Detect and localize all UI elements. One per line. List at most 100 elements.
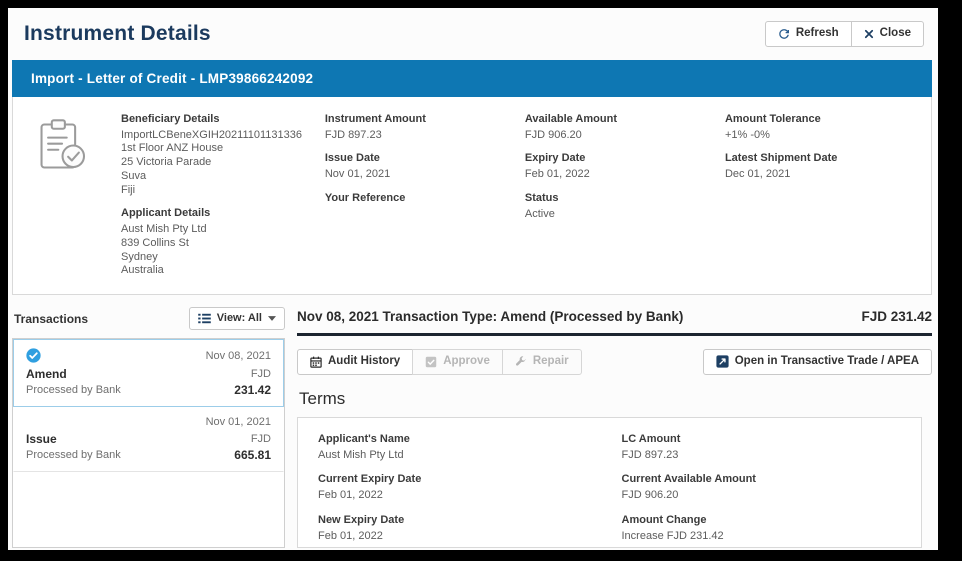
page-header: Instrument Details Refresh Close xyxy=(8,8,938,56)
current-available-amount-value: FJD 906.20 xyxy=(622,489,902,503)
wrench-icon xyxy=(515,356,527,368)
transaction-detail-amount: FJD 231.42 xyxy=(861,309,932,324)
header-actions: Refresh Close xyxy=(765,21,924,47)
refresh-icon xyxy=(778,28,790,40)
expiry-date-field: Expiry Date Feb 01, 2022 xyxy=(525,152,715,182)
beneficiary-line: Suva xyxy=(121,170,315,184)
repair-button[interactable]: Repair xyxy=(502,349,582,375)
amount-change-field: Amount Change Increase FJD 231.42 xyxy=(622,514,902,544)
transaction-date: Nov 08, 2021 xyxy=(206,350,271,362)
your-reference-label: Your Reference xyxy=(325,192,515,206)
instrument-banner: Import - Letter of Credit - LMP398662420… xyxy=(12,60,932,97)
applicants-name-field: Applicant's Name Aust Mish Pty Ltd xyxy=(318,433,598,463)
list-view-icon xyxy=(198,313,211,324)
external-link-icon xyxy=(716,355,729,368)
available-amount-value: FJD 906.20 xyxy=(525,129,715,143)
current-available-amount-field: Current Available Amount FJD 906.20 xyxy=(622,473,902,503)
clipboard-check-icon xyxy=(35,113,121,288)
current-available-amount-label: Current Available Amount xyxy=(622,473,902,487)
transaction-detail-title: Nov 08, 2021 Transaction Type: Amend (Pr… xyxy=(297,309,683,324)
transaction-status: Processed by Bank xyxy=(26,384,121,396)
terms-left-column: Applicant's Name Aust Mish Pty Ltd Curre… xyxy=(318,433,598,550)
latest-shipment-date-label: Latest Shipment Date xyxy=(725,152,915,166)
approve-button[interactable]: Approve xyxy=(412,349,503,375)
transaction-status: Processed by Bank xyxy=(26,449,121,461)
status-label: Status xyxy=(525,192,715,206)
close-label: Close xyxy=(880,27,911,41)
close-icon xyxy=(864,29,874,39)
new-expiry-date-label: New Expiry Date xyxy=(318,514,598,528)
available-amount-field: Available Amount FJD 906.20 xyxy=(525,113,715,143)
available-amount-label: Available Amount xyxy=(525,113,715,127)
transaction-currency: FJD xyxy=(251,433,271,445)
page-title: Instrument Details xyxy=(24,22,211,46)
chevron-down-icon xyxy=(268,316,276,321)
beneficiary-line: 25 Victoria Parade xyxy=(121,156,315,170)
transactions-header: Transactions View: All xyxy=(14,305,285,332)
lc-amount-value: FJD 897.23 xyxy=(622,449,902,463)
check-circle-icon xyxy=(26,348,41,363)
view-filter-button[interactable]: View: All xyxy=(189,307,285,330)
transaction-item-issue[interactable]: Nov 01, 2021 Issue FJD Processed by Bank… xyxy=(13,407,284,472)
beneficiary-line: Fiji xyxy=(121,184,315,198)
terms-right-column: LC Amount FJD 897.23 Current Available A… xyxy=(622,433,902,550)
beneficiary-details-value: ImportLCBeneXGIH20211101131336 1st Floor… xyxy=(121,129,315,198)
beneficiary-line: 1st Floor ANZ House xyxy=(121,142,315,156)
amount-tolerance-value: +1% -0% xyxy=(725,129,915,143)
close-button[interactable]: Close xyxy=(851,21,924,47)
applicant-details-field: Applicant Details Aust Mish Pty Ltd 839 … xyxy=(121,207,315,278)
transaction-item-amend[interactable]: Nov 08, 2021 Amend FJD Processed by Bank… xyxy=(13,339,284,407)
calendar-icon xyxy=(310,356,322,368)
transaction-actions: Audit History Approve Repair xyxy=(297,349,932,375)
beneficiary-details-label: Beneficiary Details xyxy=(121,113,315,127)
transaction-type: Issue xyxy=(26,432,57,446)
instrument-summary-card: Beneficiary Details ImportLCBeneXGIH2021… xyxy=(12,97,932,295)
audit-history-button[interactable]: Audit History xyxy=(297,349,413,375)
open-in-transactive-trade-button[interactable]: Open in Transactive Trade / APEA xyxy=(703,349,932,375)
new-expiry-date-value: Feb 01, 2022 xyxy=(318,530,598,544)
instrument-amount-value: FJD 897.23 xyxy=(325,129,515,143)
view-filter-label: View: All xyxy=(217,312,262,325)
your-reference-field: Your Reference xyxy=(325,192,515,220)
transaction-amount: 231.42 xyxy=(234,383,271,397)
transaction-date: Nov 01, 2021 xyxy=(206,416,271,428)
current-expiry-date-label: Current Expiry Date xyxy=(318,473,598,487)
instrument-fields: Beneficiary Details ImportLCBeneXGIH2021… xyxy=(121,113,915,288)
expiry-date-label: Expiry Date xyxy=(525,152,715,166)
latest-shipment-date-value: Dec 01, 2021 xyxy=(725,168,915,182)
refresh-label: Refresh xyxy=(796,27,839,41)
transaction-amount: 665.81 xyxy=(234,448,271,462)
issue-date-field: Issue Date Nov 01, 2021 xyxy=(325,152,515,182)
applicants-name-value: Aust Mish Pty Ltd xyxy=(318,449,598,463)
transactions-column: Transactions View: All xyxy=(12,305,285,548)
main-area: Transactions View: All xyxy=(12,305,938,548)
transaction-detail-header: Nov 08, 2021 Transaction Type: Amend (Pr… xyxy=(297,305,932,333)
latest-shipment-date-field: Latest Shipment Date Dec 01, 2021 xyxy=(725,152,915,182)
new-expiry-date-field: New Expiry Date Feb 01, 2022 xyxy=(318,514,598,544)
applicant-line: Aust Mish Pty Ltd xyxy=(121,223,315,237)
applicant-line: Sydney xyxy=(121,251,315,265)
transaction-action-group: Audit History Approve Repair xyxy=(297,349,582,375)
instrument-banner-title: Import - Letter of Credit - LMP398662420… xyxy=(31,71,313,86)
lc-amount-label: LC Amount xyxy=(622,433,902,447)
current-expiry-date-field: Current Expiry Date Feb 01, 2022 xyxy=(318,473,598,503)
amount-change-label: Amount Change xyxy=(622,514,902,528)
repair-label: Repair xyxy=(533,355,569,369)
your-reference-value xyxy=(325,208,515,220)
applicants-name-label: Applicant's Name xyxy=(318,433,598,447)
approve-label: Approve xyxy=(443,355,490,369)
expiry-date-value: Feb 01, 2022 xyxy=(525,168,715,182)
terms-title: Terms xyxy=(299,389,932,409)
instrument-details-page: Instrument Details Refresh Close Import … xyxy=(8,8,938,550)
applicant-details-label: Applicant Details xyxy=(121,207,315,221)
status-field: Status Active xyxy=(525,192,715,222)
beneficiary-line: ImportLCBeneXGIH20211101131336 xyxy=(121,129,315,143)
amount-tolerance-field: Amount Tolerance +1% -0% xyxy=(725,113,915,143)
open-in-transactive-trade-label: Open in Transactive Trade / APEA xyxy=(735,355,919,369)
transactions-title: Transactions xyxy=(14,312,88,326)
audit-history-label: Audit History xyxy=(328,355,400,369)
amount-tolerance-label: Amount Tolerance xyxy=(725,113,915,127)
refresh-button[interactable]: Refresh xyxy=(765,21,852,47)
applicant-line: 839 Collins St xyxy=(121,237,315,251)
status-value: Active xyxy=(525,208,715,222)
